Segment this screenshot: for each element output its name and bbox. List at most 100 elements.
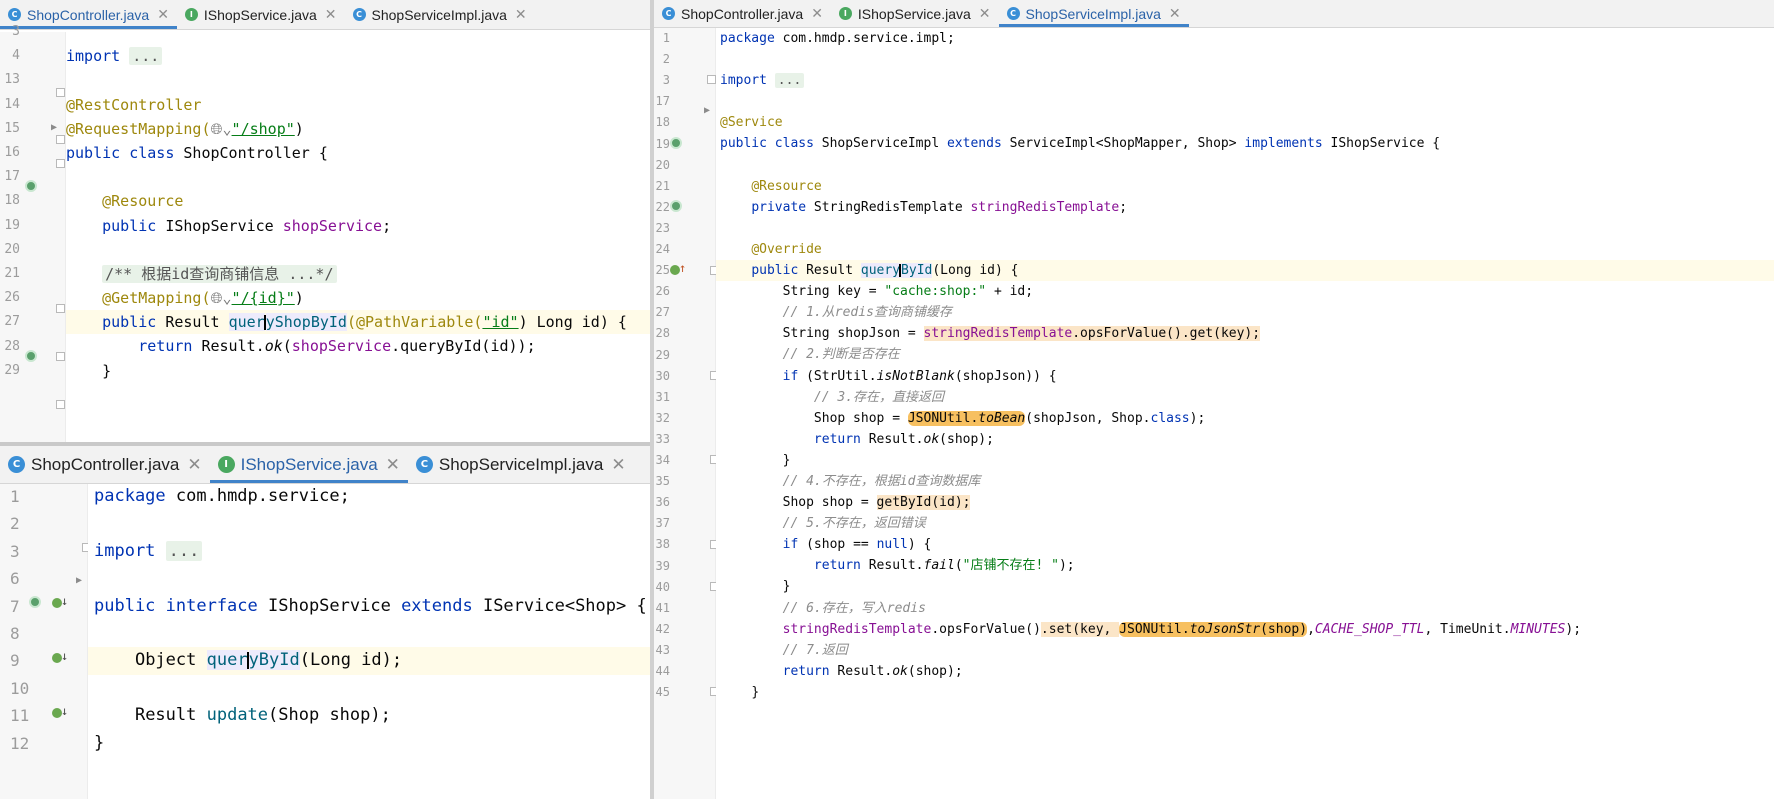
folded-imports[interactable]: ...: [165, 540, 203, 561]
keyword: return: [138, 337, 193, 356]
tab-label: IShopService.java: [240, 454, 378, 474]
line-number: 13: [4, 72, 20, 88]
keyword: public class: [720, 136, 814, 152]
expand-arrow-icon[interactable]: ▶: [704, 105, 710, 116]
code-line: return Result.ok(shopService.queryById(i…: [66, 334, 650, 358]
code-token: , TimeUnit.: [1424, 621, 1511, 637]
keyword: import: [66, 47, 121, 66]
fold-toggle-icon[interactable]: [707, 75, 716, 84]
editor-gutter[interactable]: 3 4 13 14 15 16 17 18 19 20 21 26 27 28 …: [0, 24, 66, 446]
string-literal[interactable]: "/{id}": [232, 289, 295, 307]
spring-bean-icon[interactable]: [29, 596, 41, 608]
line-number: 16: [4, 145, 20, 160]
code-area[interactable]: package com.hmdp.service; import ... pub…: [88, 483, 650, 757]
chevron-down-icon[interactable]: ⌄: [223, 289, 232, 307]
code-line: Shop shop = getById(id);: [716, 492, 1774, 513]
tab-shop-service-impl[interactable]: C ShopServiceImpl.java ✕: [408, 446, 634, 483]
code-token: Result.: [860, 431, 924, 447]
code-line: @Override: [716, 239, 1774, 260]
line-number: 33: [655, 431, 670, 446]
fold-toggle-icon[interactable]: [56, 135, 65, 144]
chevron-down-icon[interactable]: ⌄: [223, 120, 232, 138]
line-number: 20: [655, 157, 670, 172]
code-token: }: [94, 732, 105, 753]
spring-bean-icon[interactable]: [670, 200, 682, 212]
code-editor[interactable]: package com.hmdp.service.impl; import ..…: [716, 28, 1774, 799]
line-number: 4: [12, 48, 20, 64]
folded-doc-comment[interactable]: /** 根据id查询商铺信息 ...*/: [102, 264, 337, 283]
code-line: @RequestMapping(🌐︎⌄"/shop"): [66, 117, 650, 141]
keyword: private: [751, 199, 807, 215]
tab-shop-controller[interactable]: C ShopController.java ✕: [0, 446, 210, 483]
spring-bean-icon[interactable]: [25, 180, 37, 192]
code-token: IShopService: [156, 216, 283, 235]
tab-ishop-service[interactable]: I IShopService.java ✕: [209, 446, 409, 483]
tab-shop-controller[interactable]: C ShopController.java ✕: [654, 0, 831, 27]
line-number: 19: [4, 217, 20, 233]
code-token: ;: [382, 216, 392, 235]
code-token: (Long id) {: [932, 263, 1019, 279]
globe-icon: 🌐︎: [210, 289, 223, 308]
fold-toggle-icon[interactable]: [56, 88, 65, 97]
code-line: @Resource: [66, 189, 650, 213]
spring-bean-icon[interactable]: [670, 137, 682, 149]
folded-imports[interactable]: ...: [129, 47, 163, 66]
code-token: }: [782, 579, 791, 595]
annotation: @RestController: [66, 95, 202, 114]
keyword: package: [94, 486, 166, 506]
editor-pane-shop-controller: C ShopController.java ✕ I IShopService.j…: [0, 0, 650, 446]
code-token: ) Long id) {: [518, 313, 627, 332]
expand-arrow-icon[interactable]: ▶: [76, 575, 82, 586]
code-token: }: [751, 684, 760, 700]
tab-shop-service-impl[interactable]: C ShopServiceImpl.java ✕: [998, 0, 1189, 27]
string-literal[interactable]: "/shop": [232, 120, 295, 138]
code-area[interactable]: package com.hmdp.service.impl; import ..…: [716, 28, 1774, 703]
fold-toggle-icon[interactable]: [56, 400, 65, 409]
code-token: IShopService {: [1322, 136, 1441, 152]
code-line: public class ShopController {: [66, 141, 650, 165]
close-icon[interactable]: ✕: [1169, 5, 1181, 22]
code-area[interactable]: import ... @RestController @RequestMappi…: [66, 20, 650, 383]
line-number: 27: [4, 314, 20, 330]
fold-toggle-icon[interactable]: [56, 159, 65, 168]
annotation: @Resource: [751, 178, 822, 194]
code-line: stringRedisTemplate.opsForValue().set(ke…: [716, 619, 1774, 640]
close-icon[interactable]: ✕: [386, 455, 400, 475]
close-icon[interactable]: ✕: [811, 5, 823, 22]
annotation: @Service: [720, 115, 783, 131]
folded-imports[interactable]: ...: [774, 73, 805, 89]
editor-gutter[interactable]: 1 2 3 6 7 8 9 10 11 12 ▶ ↓ ↓ ↓: [0, 484, 91, 799]
code-token: (shop);: [939, 431, 994, 447]
close-icon[interactable]: ✕: [611, 455, 625, 475]
code-token: );: [1189, 410, 1206, 426]
line-number: 18: [655, 115, 670, 130]
code-editor[interactable]: package com.hmdp.service; import ... pub…: [88, 484, 650, 799]
close-icon[interactable]: ✕: [187, 455, 201, 475]
line-number: 25: [655, 263, 670, 278]
method-name: yShopById: [265, 313, 347, 332]
fold-toggle-icon[interactable]: [56, 352, 65, 361]
spring-bean-icon[interactable]: [25, 350, 37, 362]
globe-icon: 🌐︎: [210, 119, 223, 138]
code-editor[interactable]: import ... @RestController @RequestMappi…: [66, 32, 650, 446]
code-token: );: [1565, 621, 1582, 637]
line-number: 19: [655, 136, 670, 151]
close-icon[interactable]: ✕: [979, 5, 991, 22]
code-token: Result: [798, 263, 861, 279]
constant: CACHE_SHOP_TTL: [1314, 621, 1425, 637]
code-line: @GetMapping(🌐︎⌄"/{id}"): [66, 286, 650, 310]
expand-arrow-icon[interactable]: ▶: [51, 122, 57, 133]
code-token: (shopJson)) {: [954, 368, 1057, 384]
class-c-icon: C: [415, 456, 433, 473]
line-number: 28: [4, 338, 20, 354]
fold-toggle-icon[interactable]: [56, 304, 65, 313]
code-token: Result.: [860, 558, 924, 574]
editor-gutter[interactable]: 1 2 3 17 18 19 20 21 22 23 24 25 26 27 2…: [654, 28, 719, 799]
tab-ishop-service[interactable]: I IShopService.java ✕: [831, 0, 999, 27]
code-token: Object: [134, 650, 207, 671]
